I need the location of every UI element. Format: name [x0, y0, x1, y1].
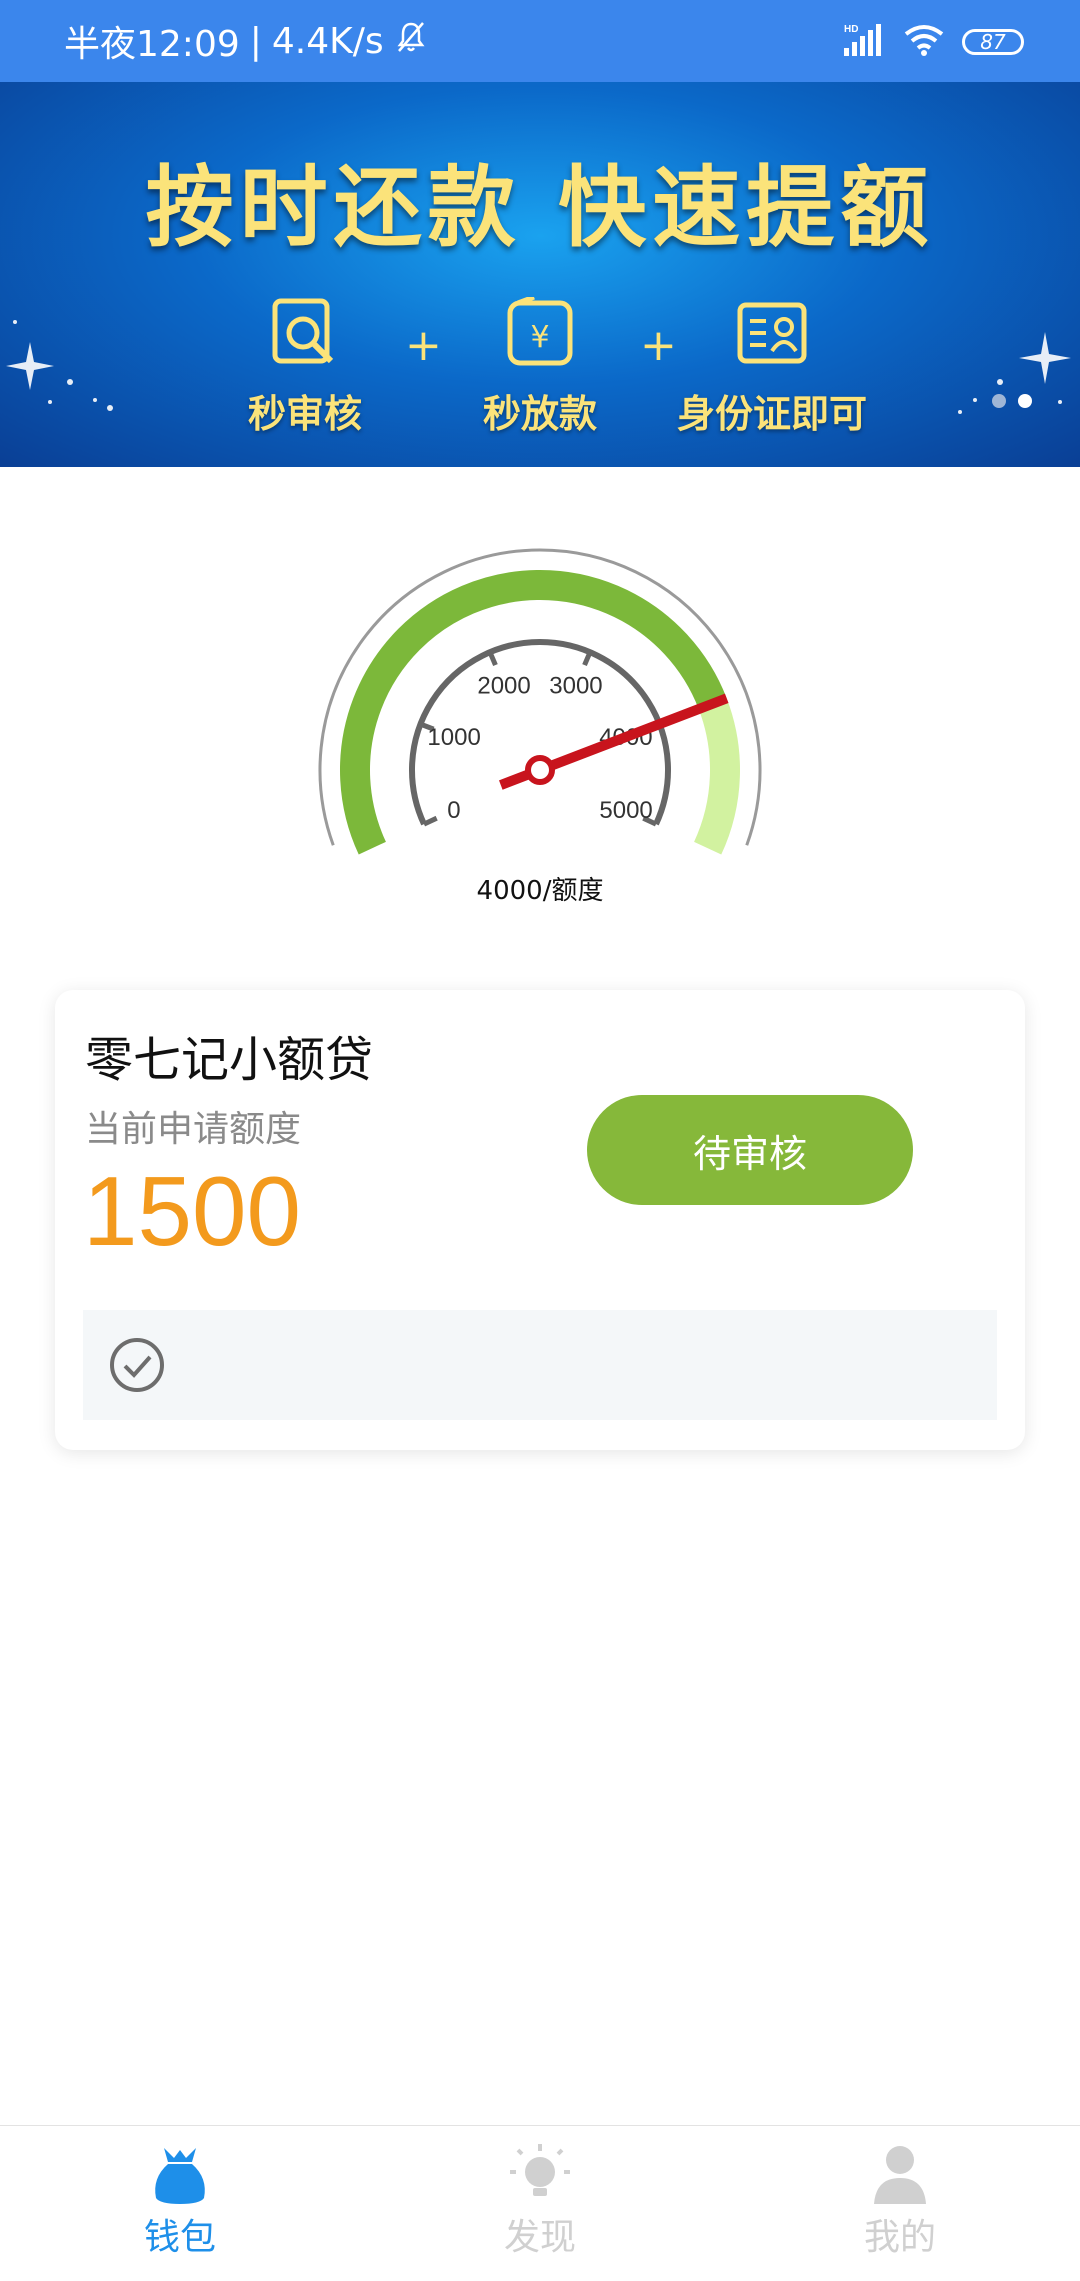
- banner-feature-idcard: 身份证即可: [652, 297, 892, 438]
- feature-label: 秒放款: [482, 392, 597, 436]
- gauge-tick-label: 2000: [477, 672, 530, 699]
- status-time: 半夜12:09: [64, 24, 240, 65]
- credit-gauge: 010002000300040005000 4000/额度: [300, 530, 780, 920]
- status-bar: 半夜12:09 | 4.4K/s HD 87: [0, 0, 1080, 82]
- loan-product-title: 零七记小额贷: [85, 1032, 374, 1088]
- status-left: 半夜12:09 | 4.4K/s: [64, 0, 428, 82]
- gauge-tick: [582, 651, 593, 667]
- carousel-dot-active[interactable]: [1018, 394, 1032, 408]
- gauge-needle-hub: [525, 755, 555, 785]
- wifi-icon: [902, 22, 946, 62]
- gauge-caption: 4000/额度: [476, 876, 604, 906]
- promo-banner[interactable]: 按时还款 快速提额 秒审核 + ¥ 秒放款 + 身份证即可: [0, 82, 1080, 467]
- check-circle-icon: [109, 1337, 165, 1393]
- card-footer: [83, 1310, 997, 1420]
- tab-label: 发现: [503, 2217, 576, 2258]
- loan-amount-label: 当前申请额度: [85, 1109, 302, 1150]
- lightbulb-icon: [510, 2142, 570, 2206]
- banner-feature-review: 秒审核: [185, 297, 425, 438]
- network-type: HD: [844, 24, 858, 35]
- wallet-bag-icon: [150, 2142, 210, 2206]
- banner-feature-payout: ¥ 秒放款: [420, 294, 660, 438]
- gauge-tick: [422, 815, 438, 827]
- gauge-tick: [487, 651, 498, 667]
- loan-card[interactable]: 零七记小额贷 当前申请额度 1500 待审核: [55, 990, 1025, 1450]
- tab-wallet[interactable]: 钱包: [80, 2126, 280, 2281]
- banner-title: 按时还款 快速提额: [145, 156, 935, 259]
- gauge-tick-label: 0: [447, 797, 460, 824]
- signal-icon: HD: [842, 22, 886, 62]
- tab-discover[interactable]: 发现: [440, 2126, 640, 2281]
- gauge-tick-label: 1000: [427, 724, 480, 751]
- status-separator: |: [249, 20, 262, 62]
- gauge-tick-label: 5000: [599, 797, 652, 824]
- magnifier-icon: [269, 297, 341, 369]
- loan-amount-value: 1500: [83, 1156, 302, 1266]
- bottom-tab-bar: 钱包 发现 我的: [0, 2125, 1080, 2281]
- pending-review-button[interactable]: 待审核: [587, 1095, 913, 1205]
- tab-label: 我的: [863, 2217, 936, 2258]
- id-card-icon: [736, 297, 808, 369]
- gauge-remaining-band: [693, 698, 740, 855]
- feature-label: 秒审核: [247, 392, 362, 436]
- person-icon: [870, 2142, 930, 2206]
- tab-mine[interactable]: 我的: [800, 2126, 1000, 2281]
- gauge-dial: 010002000300040005000: [318, 548, 762, 855]
- gauge-tick-label: 3000: [549, 672, 602, 699]
- yen-wallet-icon: ¥: [504, 294, 576, 369]
- carousel-dot[interactable]: [992, 394, 1006, 408]
- bell-muted-icon: [394, 20, 428, 63]
- feature-label: 身份证即可: [676, 392, 867, 436]
- tab-label: 钱包: [143, 2217, 216, 2258]
- yen-symbol: ¥: [530, 320, 549, 355]
- status-right: HD 87: [842, 22, 1024, 62]
- carousel-indicator[interactable]: [992, 394, 1032, 408]
- battery-indicator: 87: [962, 29, 1024, 55]
- network-speed: 4.4K/s: [271, 20, 384, 62]
